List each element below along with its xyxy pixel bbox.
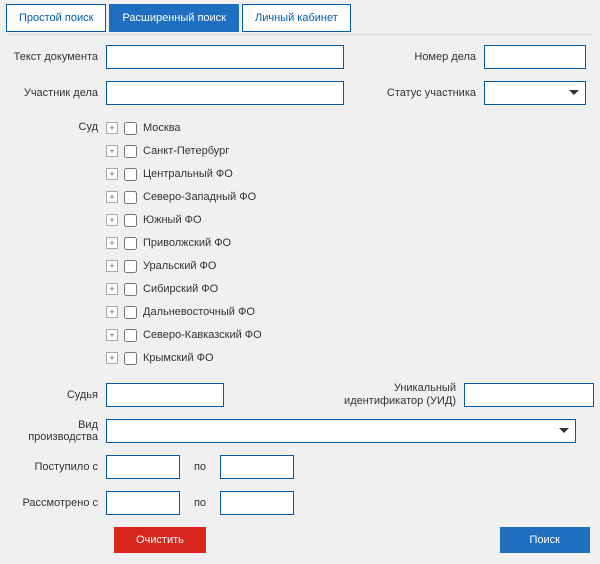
tab-personal-cabinet[interactable]: Личный кабинет — [242, 4, 351, 32]
expand-icon[interactable]: + — [106, 283, 118, 295]
court-checkbox[interactable] — [124, 191, 137, 204]
reviewed-from-input[interactable] — [106, 491, 180, 515]
expand-icon[interactable]: + — [106, 329, 118, 341]
procedure-type-select[interactable] — [106, 419, 576, 443]
expand-icon[interactable]: + — [106, 260, 118, 272]
search-button[interactable]: Поиск — [500, 527, 590, 553]
label-court: Суд — [6, 117, 106, 133]
court-checkbox[interactable] — [124, 352, 137, 365]
tab-simple-search[interactable]: Простой поиск — [6, 4, 106, 32]
expand-icon[interactable]: + — [106, 214, 118, 226]
court-tree-item: + Сибирский ФО — [106, 278, 262, 300]
court-label: Северо-Кавказский ФО — [143, 329, 262, 341]
court-checkbox[interactable] — [124, 214, 137, 227]
advanced-search-form: Текст документа Номер дела Участник дела… — [6, 34, 594, 553]
court-checkbox[interactable] — [124, 260, 137, 273]
court-label: Уральский ФО — [143, 260, 216, 272]
court-tree-item: + Северо-Западный ФО — [106, 186, 262, 208]
court-checkbox[interactable] — [124, 237, 137, 250]
court-checkbox[interactable] — [124, 283, 137, 296]
tab-advanced-search[interactable]: Расширенный поиск — [109, 4, 239, 32]
court-label: Санкт-Петербург — [143, 145, 229, 157]
court-tree-item: + Москва — [106, 117, 262, 139]
label-procedure-type: Вид производства — [6, 419, 106, 443]
label-received-from: Поступило с — [6, 461, 106, 473]
participant-input[interactable] — [106, 81, 344, 105]
court-tree-item: + Дальневосточный ФО — [106, 301, 262, 323]
uid-input[interactable] — [464, 383, 594, 407]
label-case-number: Номер дела — [374, 51, 484, 63]
label-to-1: по — [180, 461, 220, 473]
label-participant-status: Статус участника — [374, 87, 484, 99]
participant-status-select[interactable] — [484, 81, 586, 105]
court-checkbox[interactable] — [124, 306, 137, 319]
court-label: Крымский ФО — [143, 352, 214, 364]
expand-icon[interactable]: + — [106, 145, 118, 157]
court-tree-item: + Северо-Кавказский ФО — [106, 324, 262, 346]
label-to-2: по — [180, 497, 220, 509]
court-tree-item: + Крымский ФО — [106, 347, 262, 369]
reviewed-to-input[interactable] — [220, 491, 294, 515]
court-label: Южный ФО — [143, 214, 202, 226]
label-reviewed-from: Рассмотрено с — [6, 497, 106, 509]
expand-icon[interactable]: + — [106, 168, 118, 180]
label-participant: Участник дела — [6, 87, 106, 99]
court-tree: + Москва + Санкт-Петербург + Центральный ФО + С… — [106, 117, 262, 370]
label-judge: Судья — [6, 389, 106, 401]
doc-text-input[interactable] — [106, 45, 344, 69]
label-doc-text: Текст документа — [6, 51, 106, 63]
court-tree-item: + Южный ФО — [106, 209, 262, 231]
court-label: Приволжский ФО — [143, 237, 231, 249]
label-uid: Уникальный идентификатор (УИД) — [344, 382, 464, 407]
expand-icon[interactable]: + — [106, 352, 118, 364]
clear-button[interactable]: Очистить — [114, 527, 206, 553]
court-checkbox[interactable] — [124, 122, 137, 135]
received-to-input[interactable] — [220, 455, 294, 479]
tabs: Простой поиск Расширенный поиск Личный к… — [6, 4, 594, 32]
court-label: Москва — [143, 122, 181, 134]
expand-icon[interactable]: + — [106, 237, 118, 249]
judge-input[interactable] — [106, 383, 224, 407]
court-checkbox[interactable] — [124, 329, 137, 342]
case-number-input[interactable] — [484, 45, 586, 69]
court-label: Сибирский ФО — [143, 283, 218, 295]
court-label: Центральный ФО — [143, 168, 233, 180]
received-from-input[interactable] — [106, 455, 180, 479]
court-tree-item: + Уральский ФО — [106, 255, 262, 277]
expand-icon[interactable]: + — [106, 306, 118, 318]
court-checkbox[interactable] — [124, 145, 137, 158]
court-label: Северо-Западный ФО — [143, 191, 256, 203]
expand-icon[interactable]: + — [106, 191, 118, 203]
court-tree-item: + Приволжский ФО — [106, 232, 262, 254]
court-tree-item: + Центральный ФО — [106, 163, 262, 185]
court-label: Дальневосточный ФО — [143, 306, 255, 318]
expand-icon[interactable]: + — [106, 122, 118, 134]
court-tree-item: + Санкт-Петербург — [106, 140, 262, 162]
court-checkbox[interactable] — [124, 168, 137, 181]
